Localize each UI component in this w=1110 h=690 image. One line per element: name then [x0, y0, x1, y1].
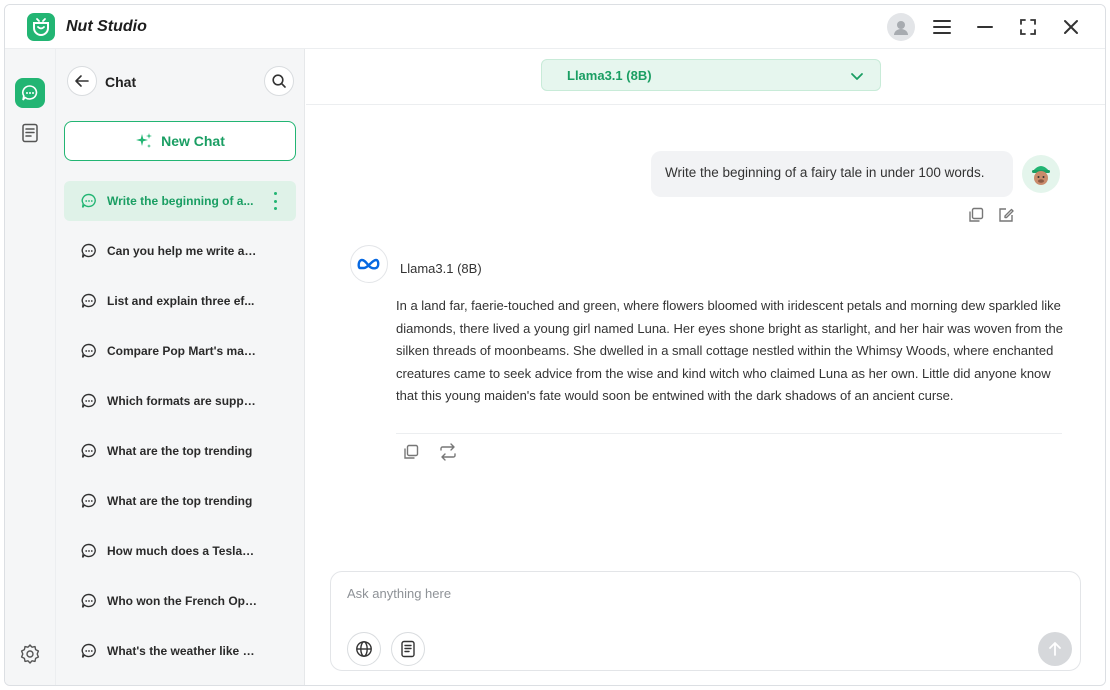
message-input[interactable]	[347, 582, 1047, 604]
globe-icon	[356, 641, 372, 657]
menu-icon[interactable]	[930, 15, 954, 39]
chat-bubble-icon	[81, 343, 96, 358]
model-bar: Llama3.1 (8B)	[306, 49, 1105, 105]
new-chat-button[interactable]: New Chat	[64, 121, 296, 161]
back-button[interactable]	[67, 66, 97, 96]
search-icon	[272, 74, 286, 88]
chat-history-item[interactable]: Can you help me write a ...	[64, 231, 296, 271]
chat-icon[interactable]	[15, 78, 45, 108]
app-window: Nut Studio Chat New Chat Write the begin…	[4, 4, 1106, 686]
app-logo-icon	[27, 13, 55, 41]
chat-history-item[interactable]: What are the top trending	[64, 431, 296, 471]
chat-history-list: Write the beginning of a... Can you help…	[64, 181, 296, 681]
chat-history-label: What are the top trending	[107, 494, 253, 508]
edit-icon[interactable]	[997, 206, 1015, 224]
chat-history-item[interactable]: List and explain three ef...	[64, 281, 296, 321]
chat-history-label: Can you help me write a ...	[107, 244, 257, 258]
bot-name: Llama3.1 (8B)	[400, 261, 482, 276]
chat-history-item[interactable]: Write the beginning of a...	[64, 181, 296, 221]
chat-bubble-icon	[81, 193, 96, 208]
more-options-icon[interactable]	[270, 192, 280, 210]
chat-history-item[interactable]: How much does a Tesla M..	[64, 531, 296, 571]
sidebar-title: Chat	[105, 74, 137, 90]
chat-main: Llama3.1 (8B) Write the beginning of a f…	[306, 49, 1105, 685]
chat-bubble-icon	[81, 543, 96, 558]
chat-history-label: How much does a Tesla M..	[107, 544, 257, 558]
close-icon[interactable]	[1059, 15, 1083, 39]
title-bar: Nut Studio	[5, 5, 1105, 49]
copy-icon[interactable]	[967, 206, 985, 224]
chat-bubble-icon	[81, 493, 96, 508]
chat-history-label: Which formats are suppor..	[107, 394, 257, 408]
meta-logo-icon	[350, 245, 388, 283]
document-button[interactable]	[391, 632, 425, 666]
chat-history-label: Compare Pop Mart's mar...	[107, 344, 257, 358]
chat-history-item[interactable]: Who won the French Ope..	[64, 581, 296, 621]
model-selector[interactable]: Llama3.1 (8B)	[541, 59, 881, 91]
chat-bubble-icon	[81, 593, 96, 608]
search-button[interactable]	[264, 66, 294, 96]
chat-history-item[interactable]: Compare Pop Mart's mar...	[64, 331, 296, 371]
chat-sidebar: Chat New Chat Write the beginning of a..…	[56, 49, 305, 685]
arrow-up-icon	[1049, 642, 1061, 656]
chat-bubble-icon	[81, 293, 96, 308]
chat-history-label: Write the beginning of a...	[107, 194, 254, 208]
chat-history-item[interactable]: What are the top trending	[64, 481, 296, 521]
bot-message: In a land far, faerie-touched and green,…	[396, 298, 1063, 403]
chat-history-label: Who won the French Ope..	[107, 594, 257, 608]
chat-bubble-icon	[81, 443, 96, 458]
user-avatar-icon	[1022, 155, 1060, 193]
maximize-icon[interactable]	[1016, 15, 1040, 39]
left-rail	[5, 49, 56, 685]
app-title: Nut Studio	[66, 18, 147, 35]
chat-history-label: What's the weather like in .	[107, 644, 257, 658]
minimize-icon[interactable]	[973, 15, 997, 39]
arrow-left-icon	[75, 75, 89, 87]
message-divider	[396, 433, 1062, 434]
chevron-down-icon	[851, 73, 863, 80]
web-search-button[interactable]	[347, 632, 381, 666]
chat-history-label: List and explain three ef...	[107, 294, 255, 308]
chat-history-item[interactable]: Which formats are suppor..	[64, 381, 296, 421]
document-icon[interactable]	[15, 118, 45, 148]
user-message: Write the beginning of a fairy tale in u…	[651, 151, 1013, 197]
sparkle-icon	[136, 133, 153, 148]
send-button[interactable]	[1038, 632, 1072, 666]
model-selector-label: Llama3.1 (8B)	[567, 68, 652, 83]
copy-icon[interactable]	[402, 443, 420, 461]
new-chat-label: New Chat	[161, 133, 225, 149]
settings-icon[interactable]	[19, 643, 41, 665]
chat-history-label: What are the top trending	[107, 444, 253, 458]
chat-bubble-icon	[81, 643, 96, 658]
regenerate-icon[interactable]	[438, 443, 456, 461]
document-icon	[401, 640, 415, 658]
chat-history-item[interactable]: What's the weather like in .	[64, 631, 296, 671]
chat-bubble-icon	[81, 393, 96, 408]
message-composer	[330, 571, 1081, 671]
chat-bubble-icon	[81, 243, 96, 258]
user-avatar-icon[interactable]	[887, 13, 915, 41]
